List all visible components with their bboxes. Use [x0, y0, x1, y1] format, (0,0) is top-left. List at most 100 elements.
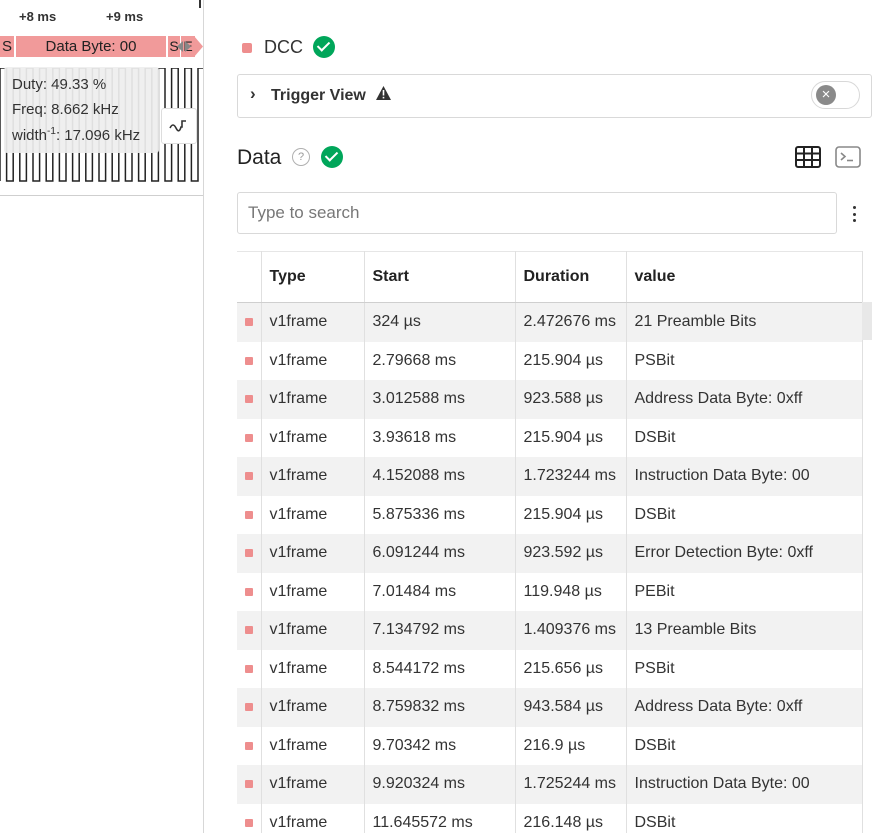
row-color-swatch-icon — [244, 818, 253, 827]
cell-value: DSBit — [626, 495, 863, 534]
row-color-swatch — [237, 534, 262, 573]
cell-type: v1frame — [261, 765, 365, 804]
row-color-swatch — [237, 688, 262, 727]
decoder-segment-start[interactable]: S — [0, 36, 14, 57]
table-row[interactable]: v1frame 2.79668 ms 215.904 µs PSBit — [237, 341, 863, 380]
analyzer-color-swatch — [242, 43, 252, 53]
cell-start: 3.012588 ms — [364, 380, 516, 419]
row-color-swatch — [237, 341, 262, 380]
cell-type: v1frame — [261, 302, 365, 342]
cell-value: DSBit — [626, 418, 863, 457]
cell-duration: 215.904 µs — [515, 418, 627, 457]
trigger-view-section[interactable]: › Trigger View × — [237, 74, 872, 118]
cell-type: v1frame — [261, 457, 365, 496]
row-color-swatch — [237, 457, 262, 496]
cell-duration: 923.592 µs — [515, 534, 627, 573]
cell-start: 5.875336 ms — [364, 495, 516, 534]
table-row[interactable]: v1frame 9.920324 ms 1.725244 ms Instruction… — [237, 765, 863, 804]
time-tick — [199, 0, 201, 8]
time-marker-label: +9 ms — [106, 9, 144, 24]
cell-type: v1frame — [261, 649, 365, 688]
close-icon: × — [816, 85, 836, 105]
cell-duration: 216.9 µs — [515, 726, 627, 765]
row-color-swatch — [237, 611, 262, 650]
cell-duration: 215.656 µs — [515, 649, 627, 688]
column-header-type[interactable]: Type — [261, 251, 365, 303]
duty-measurement: Duty: 49.33 % — [12, 76, 107, 93]
data-section-title: Data — [237, 146, 282, 169]
cell-start: 324 µs — [364, 302, 516, 342]
trigger-view-toggle[interactable]: × — [811, 81, 860, 109]
row-color-swatch-icon — [244, 318, 253, 327]
decoder-track[interactable]: S Data Byte: 00 S E — [0, 36, 203, 57]
measure-waveform-button[interactable] — [161, 108, 197, 144]
cell-duration: 943.584 µs — [515, 688, 627, 727]
row-color-swatch-icon — [244, 780, 253, 789]
cell-start: 9.920324 ms — [364, 765, 516, 804]
table-row[interactable]: v1frame 324 µs 2.472676 ms 21 Preamble Bits — [237, 302, 863, 342]
row-color-swatch-icon — [244, 472, 253, 481]
table-row[interactable]: v1frame 5.875336 ms 215.904 µs DSBit — [237, 495, 863, 534]
cell-value: Address Data Byte: 0xff — [626, 688, 863, 727]
cell-value: DSBit — [626, 726, 863, 765]
table-row[interactable]: v1frame 11.645572 ms 216.148 µs DSBit — [237, 803, 863, 833]
cell-duration: 1.409376 ms — [515, 611, 627, 650]
waveform-panel[interactable]: +8 ms +9 ms S Data Byte: 00 S E Duty: 49… — [0, 0, 203, 833]
cell-start: 11.645572 ms — [364, 803, 516, 833]
cell-duration: 216.148 µs — [515, 803, 627, 833]
more-options-icon[interactable] — [850, 204, 860, 224]
table-row[interactable]: v1frame 4.152088 ms 1.723244 ms Instruction… — [237, 457, 863, 496]
cell-duration: 215.904 µs — [515, 341, 627, 380]
table-row[interactable]: v1frame 9.70342 ms 216.9 µs DSBit — [237, 726, 863, 765]
row-color-swatch-icon — [244, 356, 253, 365]
row-color-swatch — [237, 726, 262, 765]
time-marker-label: +8 ms — [19, 9, 57, 24]
row-color-swatch-icon — [244, 741, 253, 750]
decoder-segment-data-byte[interactable]: Data Byte: 00 — [16, 36, 166, 57]
cell-duration: 119.948 µs — [515, 572, 627, 611]
measure-waveform-icon — [169, 120, 186, 132]
row-color-swatch-icon — [244, 395, 253, 404]
cell-duration: 1.723244 ms — [515, 457, 627, 496]
terminal-view-icon[interactable] — [835, 146, 861, 168]
analyzer-name: DCC — [264, 37, 303, 57]
cell-type: v1frame — [261, 534, 365, 573]
table-view-icon[interactable] — [795, 146, 821, 168]
trigger-view-label[interactable]: Trigger View — [271, 87, 366, 105]
cell-value: Address Data Byte: 0xff — [626, 380, 863, 419]
cell-start: 8.759832 ms — [364, 688, 516, 727]
search-input[interactable] — [237, 192, 837, 234]
row-color-swatch-icon — [244, 664, 253, 673]
cell-type: v1frame — [261, 688, 365, 727]
table-row[interactable]: v1frame 8.759832 ms 943.584 µs Address Data… — [237, 688, 863, 727]
table-row[interactable]: v1frame 6.091244 ms 923.592 µs Error Detect… — [237, 534, 863, 573]
waveform-viewport[interactable]: +8 ms +9 ms S Data Byte: 00 S E Duty: 49… — [0, 0, 203, 196]
column-header-color — [237, 251, 262, 303]
data-table-container[interactable]: Type Start Duration value v1frame 324 µs 2… — [237, 251, 872, 833]
row-color-swatch — [237, 803, 262, 833]
width-measurement: width-1: 17.096 kHz — [12, 126, 140, 144]
help-icon[interactable]: ? — [292, 148, 310, 166]
cell-value: Error Detection Byte: 0xff — [626, 534, 863, 573]
table-row[interactable]: v1frame 3.012588 ms 923.588 µs Address Data… — [237, 380, 863, 419]
column-header-value[interactable]: value — [626, 251, 863, 303]
cell-start: 7.01484 ms — [364, 572, 516, 611]
chevron-right-icon[interactable]: › — [250, 84, 256, 104]
cell-start: 3.93618 ms — [364, 418, 516, 457]
width-value: : 17.096 kHz — [55, 127, 141, 144]
row-color-swatch-icon — [244, 433, 253, 442]
row-color-swatch — [237, 765, 262, 804]
table-header-row: Type Start Duration value — [237, 251, 863, 303]
table-row[interactable]: v1frame 8.544172 ms 215.656 µs PSBit — [237, 649, 863, 688]
cell-duration: 2.472676 ms — [515, 302, 627, 342]
data-status-check-icon — [321, 146, 343, 168]
table-row[interactable]: v1frame 3.93618 ms 215.904 µs DSBit — [237, 418, 863, 457]
column-header-start[interactable]: Start — [364, 251, 516, 303]
row-color-swatch — [237, 302, 262, 342]
table-scrollbar[interactable] — [862, 302, 872, 340]
table-row[interactable]: v1frame 7.134792 ms 1.409376 ms 13 Preamble… — [237, 611, 863, 650]
column-header-duration[interactable]: Duration — [515, 251, 627, 303]
table-row[interactable]: v1frame 7.01484 ms 119.948 µs PEBit — [237, 572, 863, 611]
row-color-swatch-icon — [244, 703, 253, 712]
cell-type: v1frame — [261, 418, 365, 457]
